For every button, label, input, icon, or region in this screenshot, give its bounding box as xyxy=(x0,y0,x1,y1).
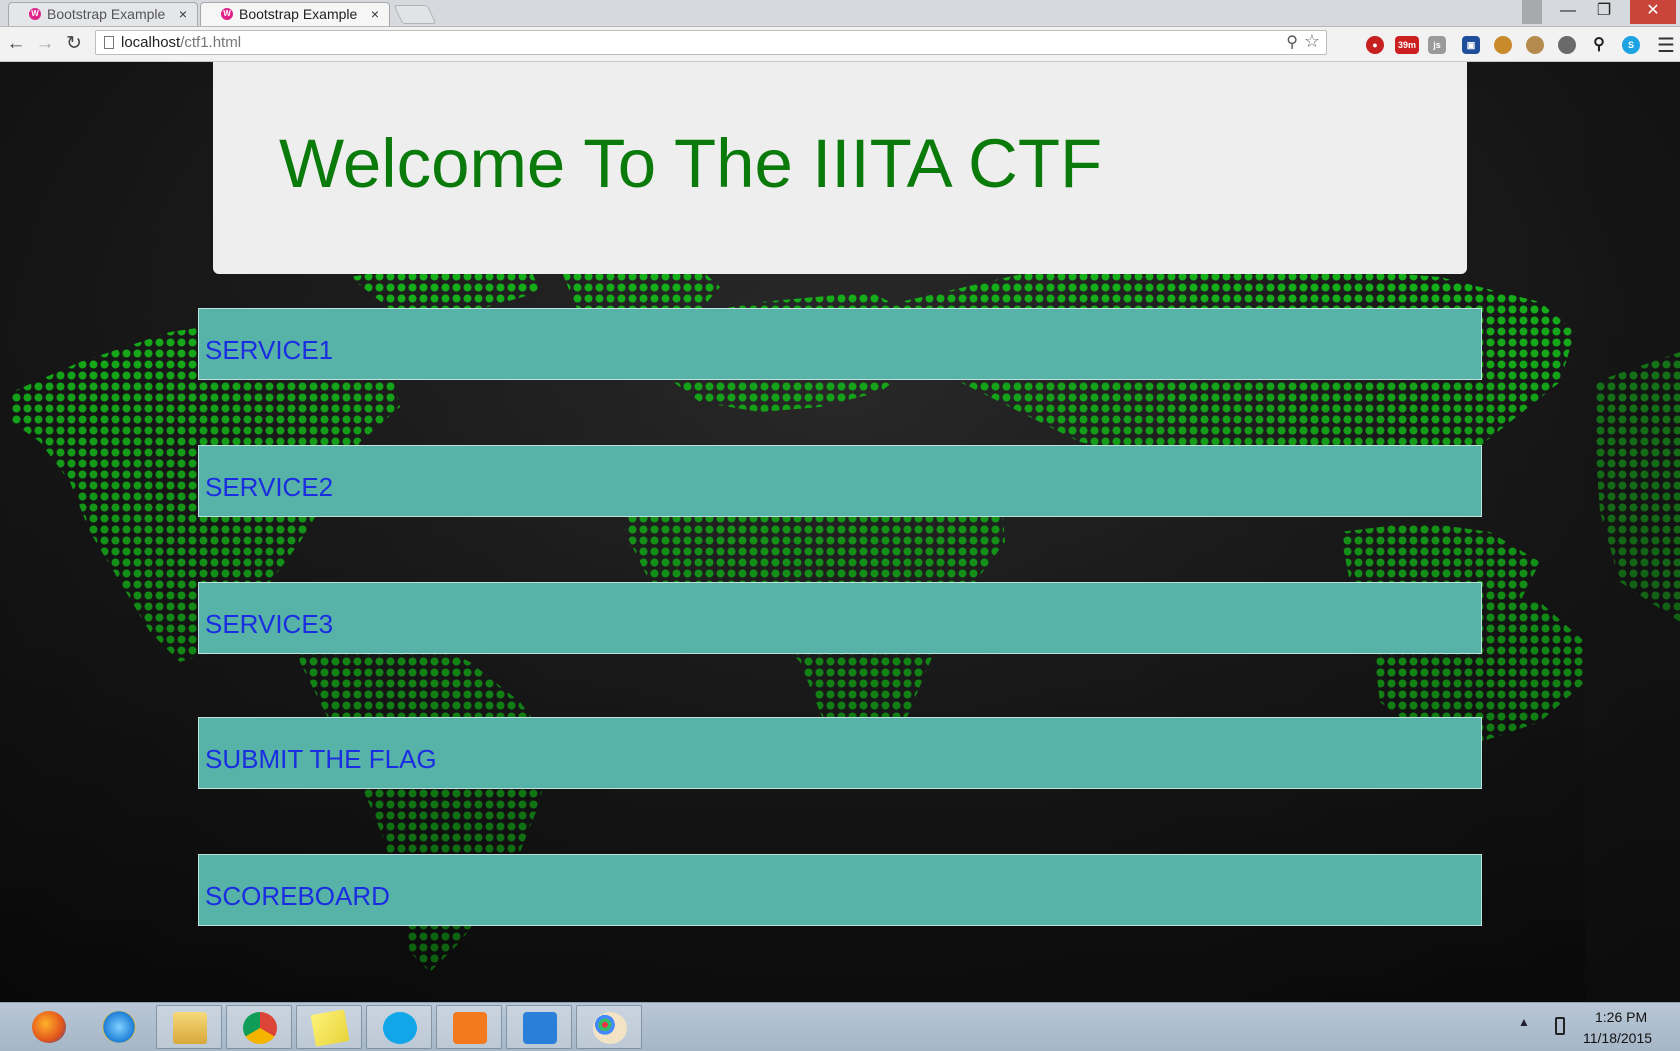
clock-time[interactable]: 1:26 PM xyxy=(1595,1009,1647,1025)
new-tab-button[interactable] xyxy=(393,5,437,24)
taskbar-firefox[interactable] xyxy=(16,1005,82,1049)
url-host: localhost xyxy=(121,34,181,51)
film-extension-icon[interactable] xyxy=(1558,36,1576,54)
chrome-icon xyxy=(243,1012,277,1044)
taskbar-skype[interactable] xyxy=(366,1005,432,1049)
menu-bar-service2[interactable]: SERVICE2 xyxy=(198,445,1482,517)
url-path: /ctf1.html xyxy=(180,34,242,51)
sticky-notes-icon xyxy=(310,1009,350,1047)
paint-icon xyxy=(593,1012,627,1044)
forward-arrow-icon[interactable]: → xyxy=(33,32,57,56)
reload-icon[interactable]: ↻ xyxy=(62,32,86,56)
page-document-icon xyxy=(104,36,114,49)
skype-icon xyxy=(383,1012,417,1044)
taskbar-sticky-notes[interactable] xyxy=(296,1005,362,1049)
page-scrollbar[interactable] xyxy=(1585,62,1680,1002)
submit-flag-link[interactable]: SUBMIT THE FLAG xyxy=(205,744,437,775)
pocket-extension-icon[interactable]: ▣ xyxy=(1462,36,1480,54)
skype-extension-icon[interactable]: S xyxy=(1622,36,1640,54)
file-explorer-icon xyxy=(173,1012,207,1044)
tab-close-icon[interactable]: × xyxy=(371,3,379,25)
cookie-editor-extension-icon[interactable] xyxy=(1526,36,1544,54)
firefox-icon xyxy=(32,1011,66,1043)
show-hidden-icons-icon[interactable]: ▲ xyxy=(1518,1015,1530,1029)
url-text: localhost/ctf1.html xyxy=(121,34,241,51)
zoom-icon[interactable]: ⚲ xyxy=(1286,32,1298,52)
hamburger-menu-icon[interactable]: ☰ xyxy=(1657,33,1675,58)
taskbar-chrome[interactable] xyxy=(226,1005,292,1049)
browser-toolbar: ← → ↻ localhost/ctf1.html ⚲ ☆ ● 39m js ▣… xyxy=(0,27,1680,62)
service2-link[interactable]: SERVICE2 xyxy=(205,472,333,503)
wamp-favicon-icon: W xyxy=(221,8,233,20)
taskbar-internet-explorer[interactable] xyxy=(86,1005,152,1049)
xampp-icon xyxy=(453,1012,487,1044)
address-bar[interactable]: localhost/ctf1.html ⚲ ☆ xyxy=(95,30,1327,55)
back-arrow-icon[interactable]: ← xyxy=(4,32,28,56)
tab-strip: W Bootstrap Example × W Bootstrap Exampl… xyxy=(0,0,1680,27)
menu-bar-service3[interactable]: SERVICE3 xyxy=(198,582,1482,654)
timer-extension-icon[interactable]: 39m xyxy=(1395,36,1419,54)
internet-explorer-icon xyxy=(102,1011,136,1043)
menu-bar-submit-flag[interactable]: SUBMIT THE FLAG xyxy=(198,717,1482,789)
scoreboard-link[interactable]: SCOREBOARD xyxy=(205,881,390,912)
tab-title: Bootstrap Example xyxy=(239,6,358,22)
tab-bootstrap-example-1[interactable]: W Bootstrap Example × xyxy=(8,2,198,26)
taskbar-paint[interactable] xyxy=(576,1005,642,1049)
network-app-icon xyxy=(523,1012,557,1044)
close-window-button[interactable]: ✕ xyxy=(1630,0,1676,24)
menu-bar-service1[interactable]: SERVICE1 xyxy=(198,308,1482,380)
service3-link[interactable]: SERVICE3 xyxy=(205,609,333,640)
clock-date[interactable]: 11/18/2015 xyxy=(1583,1030,1652,1046)
menu-bar-scoreboard[interactable]: SCOREBOARD xyxy=(198,854,1482,926)
tab-close-icon[interactable]: × xyxy=(179,3,187,25)
tab-title: Bootstrap Example xyxy=(47,6,166,22)
bookmark-star-icon[interactable]: ☆ xyxy=(1304,31,1320,52)
windows-taskbar: ▲ 1:26 PM 11/18/2015 xyxy=(0,1002,1680,1051)
adblock-extension-icon[interactable]: ● xyxy=(1366,36,1384,54)
minimize-button[interactable]: — xyxy=(1550,0,1586,24)
jumbotron-header: Welcome To The IIITA CTF xyxy=(213,62,1467,274)
javascript-extension-icon[interactable]: js xyxy=(1428,36,1446,54)
search-icon[interactable]: ⚲ xyxy=(1590,36,1608,54)
cookie-extension-icon[interactable] xyxy=(1494,36,1512,54)
profile-icon[interactable] xyxy=(1522,0,1542,24)
taskbar-file-explorer[interactable] xyxy=(156,1005,222,1049)
battery-icon[interactable] xyxy=(1555,1017,1565,1035)
tab-bootstrap-example-2[interactable]: W Bootstrap Example × xyxy=(200,2,390,26)
taskbar-xampp[interactable] xyxy=(436,1005,502,1049)
wamp-favicon-icon: W xyxy=(29,8,41,20)
taskbar-network-app[interactable] xyxy=(506,1005,572,1049)
page-title: Welcome To The IIITA CTF xyxy=(279,125,1103,202)
restore-button[interactable]: ❐ xyxy=(1586,0,1622,24)
service1-link[interactable]: SERVICE1 xyxy=(205,335,333,366)
